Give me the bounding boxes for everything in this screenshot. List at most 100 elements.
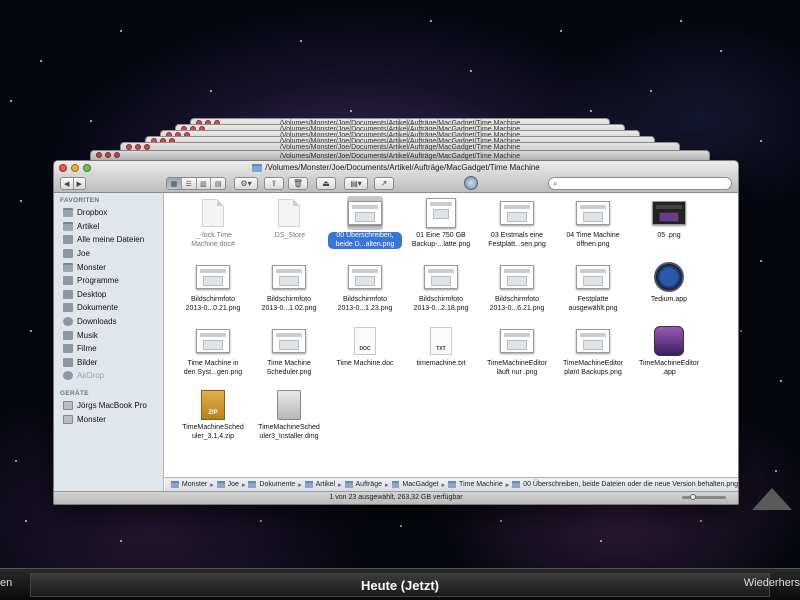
path-segment[interactable]: Dokumente [259, 481, 295, 488]
file-item[interactable]: TimeMachineSched uler3_Installer.dmg [251, 388, 327, 452]
file-item[interactable]: 00 Überschreiben, beide D...alten.png [327, 196, 403, 260]
coverflow-view-icon[interactable]: ▤ [211, 178, 225, 189]
screenshot-icon [196, 329, 230, 353]
file-item[interactable]: Time Machine Scheduler.png [251, 324, 327, 388]
sidebar-item-alle-meine-dateien[interactable]: Alle meine Dateien [54, 233, 163, 247]
delete-button[interactable]: 🗑 [288, 177, 308, 190]
file-item[interactable]: TXT timemachine.txt [403, 324, 479, 388]
sidebar-item-monster[interactable]: Monster [54, 260, 163, 274]
file-item[interactable]: ZIP TimeMachineSched uler_3.1.4.zip [175, 388, 251, 452]
file-item[interactable]: Bildschirmfoto 2013-0...6.21.png [479, 260, 555, 324]
star [760, 140, 762, 142]
path-segment[interactable]: Aufträge [356, 481, 382, 488]
sidebar-item-desktop[interactable]: Desktop [54, 288, 163, 302]
file-area[interactable]: ._-lock.Time Machine.doc# .DS_Store 00 Übe… [165, 193, 738, 477]
file-item[interactable]: ._-lock.Time Machine.doc# [175, 196, 251, 260]
quicklook-button[interactable]: ↗ [374, 177, 394, 190]
restore-button-partial[interactable]: Wiederhers [744, 577, 800, 589]
file-name: 04 Time Machine öffnen.png [566, 232, 620, 248]
file-item[interactable]: 05 .png [631, 196, 707, 260]
time-machine-icon[interactable] [464, 176, 478, 190]
file-item[interactable]: 01 Eine 750 GB Backup-...latte.png [403, 196, 479, 260]
star [760, 260, 762, 262]
file-item[interactable]: TimeMachineEditor plant Backups.png [555, 324, 631, 388]
file-thumbnail [347, 196, 383, 230]
file-item[interactable]: .DS_Store [251, 196, 327, 260]
path-segment[interactable]: MacGadget [402, 481, 438, 488]
path-segment[interactable]: Monster [182, 481, 207, 488]
column-view-icon[interactable]: ▥ [197, 178, 212, 189]
file-thumbnail [651, 324, 687, 358]
file-item[interactable]: DOC Time Machine.doc [327, 324, 403, 388]
file-thumbnail [499, 196, 535, 230]
search-input[interactable]: ⌕ [548, 177, 732, 190]
file-item[interactable]: Tedium.app [631, 260, 707, 324]
icon-size-slider[interactable] [682, 494, 726, 500]
sidebar-item-filme[interactable]: Filme [54, 342, 163, 356]
file-item[interactable]: Festplatte ausgewählt.png [555, 260, 631, 324]
file-item[interactable]: TimeMachineEditor .app [631, 324, 707, 388]
file-item[interactable]: 04 Time Machine öffnen.png [555, 196, 631, 260]
file-item[interactable]: Bildschirmfoto 2013-0...1.02.png [251, 260, 327, 324]
file-item[interactable]: TimeMachineEditor läuft nur .png [479, 324, 555, 388]
file-item[interactable]: Bildschirmfoto 2013-0...1.23.png [327, 260, 403, 324]
sidebar-item-dokumente[interactable]: Dokumente [54, 301, 163, 315]
sidebar-item-downloads[interactable]: Downloads [54, 315, 163, 329]
share-button[interactable]: ⇪ [264, 177, 284, 190]
slider-knob[interactable] [690, 494, 696, 500]
path-segment[interactable]: Joe [228, 481, 239, 488]
icon-view-icon[interactable]: ▦ [167, 178, 182, 189]
sidebar-device-jörgs-macbook-pro[interactable]: Jörgs MacBook Pro [54, 399, 163, 413]
path-segment[interactable]: Time Machine [459, 481, 503, 488]
zoom-button[interactable] [83, 164, 91, 172]
action-menu-button[interactable]: ⚙▾ [234, 177, 258, 190]
sidebar-item-label: Monster [77, 414, 106, 424]
finder-window[interactable]: /Volumes/Monster/Joe/Documents/Artikel/A… [53, 160, 739, 505]
path-segment[interactable]: Artikel [316, 481, 335, 488]
sidebar-device-monster[interactable]: Monster [54, 412, 163, 426]
sidebar-item-label: Monster [77, 262, 106, 272]
sidebar-item-dropbox[interactable]: Dropbox [54, 206, 163, 220]
folder-icon [304, 481, 313, 488]
arrange-button[interactable]: ▤▾ [344, 177, 368, 190]
timemachine-editor-app-icon [654, 326, 684, 356]
forward-button[interactable]: ▶ [74, 178, 86, 189]
screenshot-icon [272, 329, 306, 353]
folder-icon [391, 481, 400, 488]
sidebar-item-bilder[interactable]: Bilder [54, 356, 163, 370]
current-time-label-box: Heute (Jetzt) [30, 573, 770, 597]
window-controls [59, 164, 91, 172]
view-mode-control[interactable]: ▦ ☰ ▥ ▤ [166, 177, 226, 190]
chevron-right-icon: ▸ [505, 481, 510, 489]
cancel-button-partial[interactable]: en [0, 577, 12, 589]
window-titlebar[interactable]: /Volumes/Monster/Joe/Documents/Artikel/A… [54, 161, 738, 175]
back-forward-control[interactable]: ◀ ▶ [60, 177, 86, 190]
back-button[interactable]: ◀ [61, 178, 74, 189]
close-button[interactable] [59, 164, 67, 172]
file-item[interactable]: 03 Erstmals eine Festplatt...sen.png [479, 196, 555, 260]
list-view-icon[interactable]: ☰ [182, 178, 197, 189]
document-icon: DOC [354, 327, 376, 355]
path-segment[interactable]: 00 Überschreiben, beide Dateien oder die… [523, 481, 738, 488]
sidebar-item-programme[interactable]: Programme [54, 274, 163, 288]
star [560, 30, 562, 32]
sidebar-item-label: Artikel [77, 221, 100, 231]
screenshot-icon [272, 265, 306, 289]
chevron-right-icon: ▸ [298, 481, 302, 489]
sidebar-item-airdrop[interactable]: AirDrop [54, 369, 163, 383]
file-item[interactable]: Time Machine in den Syst...gen.png [175, 324, 251, 388]
star [350, 110, 352, 112]
sidebar-item-joe[interactable]: Joe [54, 247, 163, 261]
sidebar-item-label: Dropbox [77, 208, 108, 218]
star [600, 540, 602, 542]
file-item[interactable]: Bildschirmfoto 2013-0...0.21.png [175, 260, 251, 324]
minimize-button[interactable] [71, 164, 79, 172]
file-thumbnail [347, 260, 383, 294]
eject-button[interactable]: ⏏ [316, 177, 336, 190]
timeline-up-arrow-icon[interactable] [752, 488, 792, 510]
file-name: Bildschirmfoto 2013-0...1.02.png [261, 296, 317, 312]
sidebar-item-musik[interactable]: Musik [54, 328, 163, 342]
file-item[interactable]: Bildschirmfoto 2013-0...2.18.png [403, 260, 479, 324]
star [40, 60, 42, 62]
sidebar-item-artikel[interactable]: Artikel [54, 220, 163, 234]
